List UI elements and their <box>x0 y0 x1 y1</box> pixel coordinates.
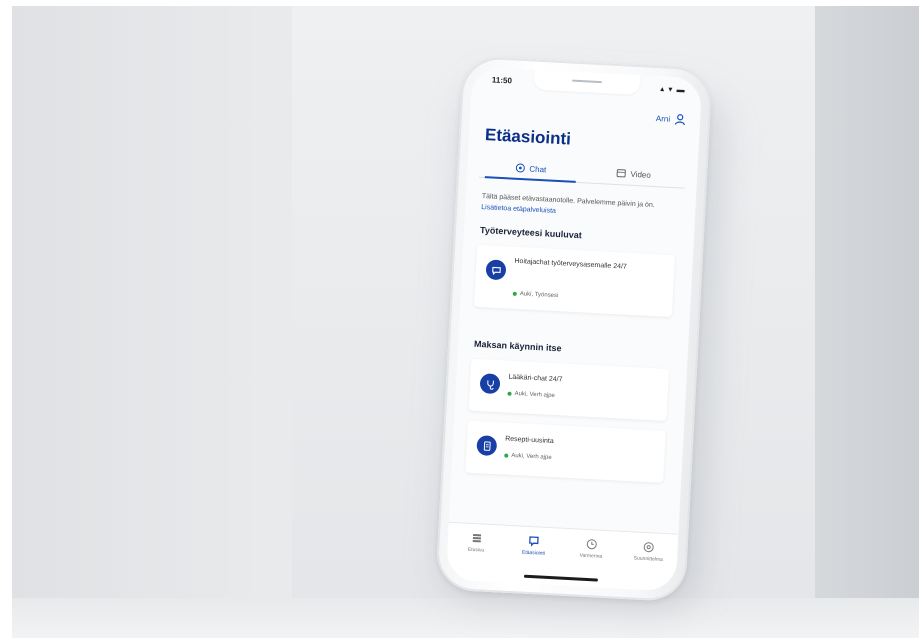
background-scene: 11:50 ▴ ▾ ▬ Arni Etäasiointi Chat Video … <box>12 6 919 638</box>
status-time: 11:50 <box>491 75 513 86</box>
user-menu-button[interactable]: Arni <box>656 112 687 126</box>
globe-icon <box>643 542 654 553</box>
card-status-text: Auki, Verh ajpe <box>514 390 555 400</box>
phone-screen: 11:50 ▴ ▾ ▬ Arni Etäasiointi Chat Video … <box>445 66 703 592</box>
tab-chat[interactable]: Chat <box>479 155 583 182</box>
bottom-tab-label: Etusivu <box>467 546 485 554</box>
background-floor <box>12 598 919 638</box>
card-title: Resepti-uusinta <box>504 435 554 446</box>
service-card-doctor-chat[interactable]: Lääkäri-chat 24/7 Auki, Verh ajpe <box>468 358 670 421</box>
card-status: Auki, Verh ajpe <box>504 453 552 461</box>
user-icon <box>674 114 685 126</box>
bottom-tab-label: Suunnittelma <box>633 555 664 563</box>
bottom-tab-label: Etäasiointi <box>521 549 546 557</box>
card-status: Auki, Työnsesi <box>512 291 559 300</box>
speaker-grille <box>571 79 603 84</box>
service-card-nurse-chat[interactable]: Hoitajachat työterveysasemalle 24/7 Auki… <box>474 244 676 318</box>
tab-video[interactable]: Video <box>582 160 686 187</box>
status-dot <box>512 291 517 296</box>
stethoscope-icon <box>479 373 501 395</box>
card-status-text: Auki, Työnsesi <box>519 291 559 300</box>
chat-icon <box>529 536 539 547</box>
card-title: Hoitajachat työterveysasemalle 24/7 <box>514 257 627 271</box>
intro-link[interactable]: Lisätietoa etäpalveluista <box>481 204 556 215</box>
user-name: Arni <box>655 113 671 124</box>
bottom-tab-label: Varmenna <box>579 552 603 560</box>
phone-device: 11:50 ▴ ▾ ▬ Arni Etäasiointi Chat Video … <box>435 55 713 603</box>
card-title: Lääkäri-chat 24/7 <box>508 373 563 384</box>
service-card-prescription[interactable]: Resepti-uusinta Auki, Verh ajpe <box>465 420 666 483</box>
status-icons: ▴ ▾ ▬ <box>659 84 686 95</box>
chat-icon <box>515 163 525 173</box>
clock-icon <box>586 539 597 550</box>
bottom-tab-home[interactable]: Etusivu <box>449 531 501 583</box>
status-dot <box>504 453 509 458</box>
document-icon <box>476 435 498 457</box>
video-icon <box>616 169 627 178</box>
tab-bar: Chat Video <box>478 154 686 189</box>
card-status-text: Auki, Verh ajpe <box>511 452 552 461</box>
bottom-tab-bar: Etusivu Etäasiointi Varmenna Suunnittelm… <box>445 521 679 592</box>
tab-video-label: Video <box>630 169 652 180</box>
page-title: Etäasiointi <box>484 125 572 149</box>
home-icon <box>472 533 481 543</box>
intro-text: Tältä pääset etävastaanotolle. Palvelemm… <box>481 191 682 223</box>
chat-bubble-icon <box>485 259 507 281</box>
status-dot <box>507 391 512 396</box>
card-status: Auki, Verh ajpe <box>507 391 555 399</box>
bottom-tab-plan[interactable]: Suunnittelma <box>622 540 674 592</box>
phone-notch <box>533 69 641 96</box>
tab-chat-label: Chat <box>529 163 547 174</box>
section-title-occupational: Työterveyteesi kuuluvat <box>479 224 583 241</box>
section-title-self-pay: Maksan käynnin itse <box>473 338 562 354</box>
background-wall-right <box>815 6 919 598</box>
